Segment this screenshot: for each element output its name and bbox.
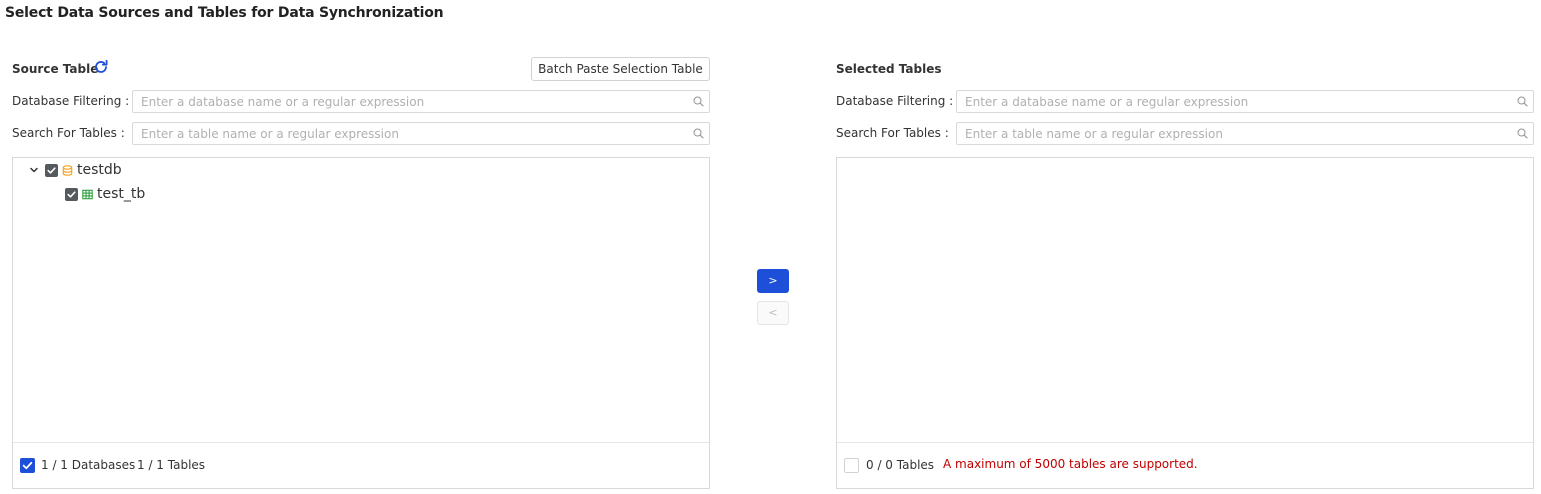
selected-footer: 0 / 0 Tables A maximum of 5000 tables ar… <box>837 442 1533 488</box>
source-select-all-checkbox[interactable] <box>20 458 35 473</box>
chevron-down-icon[interactable] <box>29 165 39 175</box>
source-tables-count: 1 / 1 Tables <box>137 458 206 472</box>
batch-paste-selection-button[interactable]: Batch Paste Selection Table <box>531 57 710 81</box>
selected-tables-panel: 0 / 0 Tables A maximum of 5000 tables ar… <box>836 157 1534 489</box>
database-name: testdb <box>77 162 122 178</box>
database-checkbox[interactable] <box>45 163 58 177</box>
selected-select-all-checkbox[interactable] <box>844 458 859 473</box>
selected-db-filter-input[interactable] <box>965 91 1511 112</box>
source-table-search-input[interactable] <box>141 123 687 144</box>
source-db-filter-field[interactable] <box>132 90 710 113</box>
table-icon <box>82 189 93 199</box>
selected-db-filter-field[interactable] <box>956 90 1534 113</box>
page-title: Select Data Sources and Tables for Data … <box>5 5 444 21</box>
table-name: test_tb <box>97 186 146 202</box>
source-tree-panel: testdb test_tb 1 / 1 Databases 1 / 1 Tab… <box>12 157 710 489</box>
move-right-button[interactable]: > <box>757 269 789 293</box>
selected-table-search-label: Search For Tables : <box>836 126 949 140</box>
database-icon <box>62 164 73 176</box>
source-db-filter-input[interactable] <box>141 91 687 112</box>
table-checkbox[interactable] <box>65 187 78 201</box>
source-table-title: Source Table <box>12 62 99 76</box>
refresh-icon[interactable] <box>93 59 109 75</box>
source-table-search-label: Search For Tables : <box>12 126 125 140</box>
search-icon <box>1517 128 1528 139</box>
tree-node-table[interactable]: test_tb <box>65 184 145 204</box>
selected-tables-count: 0 / 0 Tables <box>866 458 935 472</box>
selected-tables-title: Selected Tables <box>836 62 942 76</box>
tree-node-database[interactable]: testdb <box>29 160 122 180</box>
selected-db-filter-label: Database Filtering : <box>836 94 954 108</box>
source-table-search-field[interactable] <box>132 122 710 145</box>
selected-table-search-field[interactable] <box>956 122 1534 145</box>
source-footer: 1 / 1 Databases 1 / 1 Tables <box>13 442 709 488</box>
databases-count: 1 / 1 Databases <box>41 458 136 472</box>
source-db-filter-label: Database Filtering : <box>12 94 130 108</box>
search-icon <box>693 96 704 107</box>
selected-table-search-input[interactable] <box>965 123 1511 144</box>
move-left-button[interactable]: < <box>757 301 789 325</box>
search-icon <box>1517 96 1528 107</box>
table-limit-notice: A maximum of 5000 tables are supported. <box>943 457 1198 471</box>
search-icon <box>693 128 704 139</box>
